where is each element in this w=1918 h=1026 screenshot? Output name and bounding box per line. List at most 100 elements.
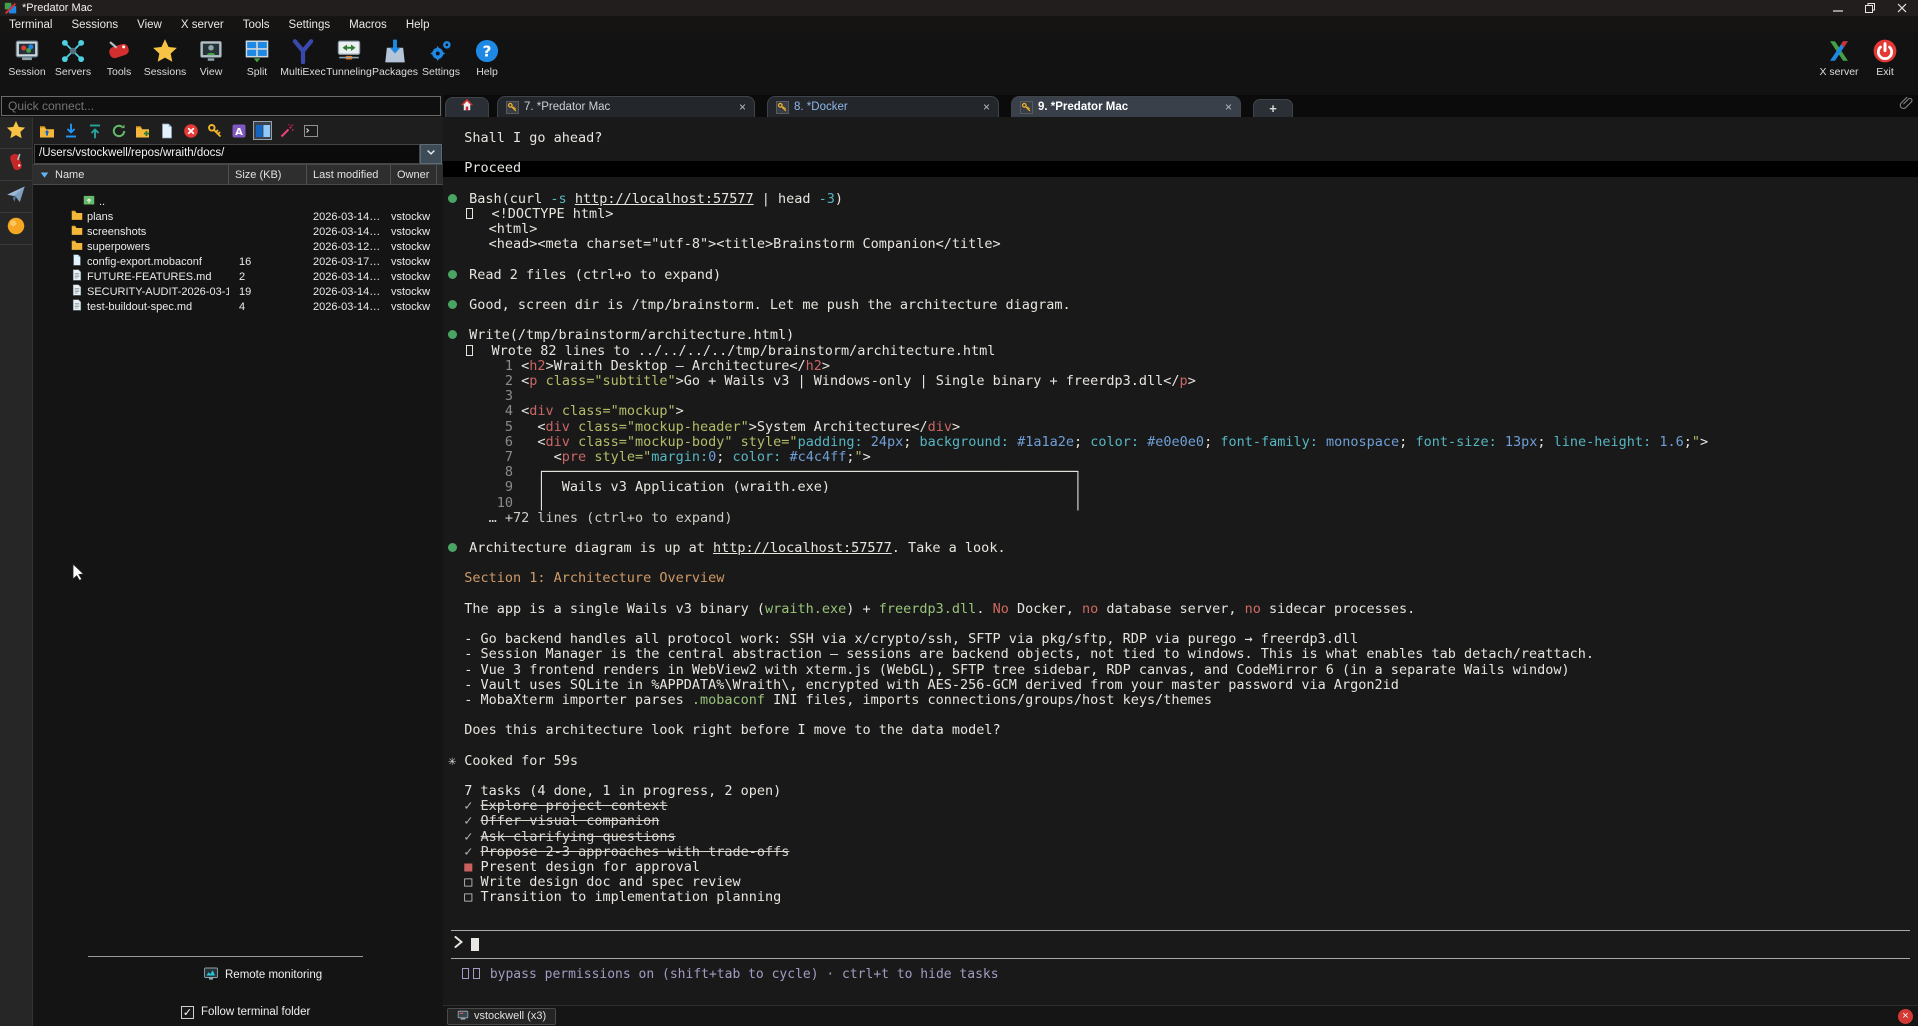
toolbar-label: Tools <box>107 66 132 78</box>
home-tab[interactable] <box>445 97 489 117</box>
terminal-line <box>448 708 1918 723</box>
close-session-button[interactable]: × <box>1898 1009 1913 1024</box>
key-gold-icon[interactable] <box>205 121 224 140</box>
terminal[interactable]: Shall I go ahead? Proceed Bash(curl -s h… <box>443 117 1918 1005</box>
tab-8-docker[interactable]: 8. *Docker× <box>767 96 999 117</box>
table-row[interactable]: screenshots2026-03-14…vstockw <box>33 224 443 239</box>
remote-monitor-icon <box>203 966 219 985</box>
session-bottom-tab[interactable]: vstockwell (x3) <box>447 1008 556 1025</box>
terminal-line <box>448 253 1918 268</box>
restore-icon[interactable] <box>1854 0 1886 16</box>
toolbar-button-split[interactable]: Split <box>234 36 280 78</box>
tab-close-icon[interactable]: × <box>953 100 990 114</box>
new-folder-icon[interactable] <box>133 121 152 140</box>
path-input[interactable]: /Users/vstockwell/repos/wraith/docs/ <box>34 144 420 164</box>
column-header-owner[interactable]: Owner <box>391 165 437 184</box>
menu-item-help[interactable]: Help <box>406 19 430 31</box>
toolbar-button-packages[interactable]: Packages <box>372 36 418 78</box>
file-owner-cell: vstockw <box>391 241 437 253</box>
table-row[interactable]: test-buildout-spec.md42026-03-14…vstockw <box>33 299 443 314</box>
toolbar-button-view[interactable]: View <box>188 36 234 78</box>
terminal-line: ✓ Offer visual companion <box>448 814 1918 829</box>
toolbar-button-help[interactable]: ?Help <box>464 36 510 78</box>
terminal-line: ✓ Propose 2-3 approaches with trade-offs <box>448 845 1918 860</box>
column-header-last-modified[interactable]: Last modified <box>307 165 391 184</box>
tab-9-predator-mac[interactable]: 9. *Predator Mac× <box>1011 96 1241 117</box>
file-name: FUTURE-FEATURES.md <box>87 271 211 283</box>
toolbar-label: Help <box>476 66 498 78</box>
upload-icon[interactable] <box>85 121 104 140</box>
toolbar-button-session[interactable]: Session <box>4 36 50 78</box>
paperclip-icon[interactable] <box>1899 95 1914 110</box>
wand-icon[interactable] <box>277 121 296 140</box>
checkbox-checked-icon[interactable]: ✓ <box>181 1006 194 1019</box>
side-strip-macros-paperplane-icon[interactable] <box>0 181 32 213</box>
file-owner-cell: vstockw <box>391 301 437 313</box>
tab-7-predator-mac[interactable]: 7. *Predator Mac× <box>497 96 755 117</box>
menu-item-settings[interactable]: Settings <box>289 19 331 31</box>
toolbar-button-exit[interactable]: Exit <box>1862 36 1908 78</box>
terminal-line: - Go backend handles all protocol work: … <box>448 632 1918 647</box>
column-header-size-kb-[interactable]: Size (KB) <box>229 165 307 184</box>
menu-item-x-server[interactable]: X server <box>181 19 224 31</box>
menu-item-terminal[interactable]: Terminal <box>9 19 52 31</box>
dual-pane-icon[interactable] <box>253 121 272 140</box>
close-icon[interactable] <box>1886 0 1918 16</box>
session-tab-label: vstockwell (x3) <box>474 1010 546 1022</box>
table-row[interactable]: SECURITY-AUDIT-2026-03-1…192026-03-14…vs… <box>33 284 443 299</box>
refresh-icon[interactable] <box>109 121 128 140</box>
file-owner-cell: vstockw <box>391 226 437 238</box>
font-icon[interactable]: A <box>229 121 248 140</box>
side-strip-sessions-star-icon[interactable] <box>0 117 32 149</box>
terminal-line: 7 tasks (4 done, 1 in progress, 2 open) <box>448 784 1918 799</box>
side-strip-moba-ball-icon[interactable] <box>0 213 32 245</box>
tab-close-icon[interactable]: × <box>1195 100 1232 114</box>
key-icon <box>1020 101 1033 114</box>
toolbar-button-settings[interactable]: Settings <box>418 36 464 78</box>
toolbar-label: Servers <box>55 66 91 78</box>
toolbar-button-tools[interactable]: Tools <box>96 36 142 78</box>
menu-item-macros[interactable]: Macros <box>349 19 387 31</box>
tab-close-icon[interactable]: × <box>709 100 746 114</box>
table-row[interactable]: .. <box>33 194 443 209</box>
terminal-line: Shall I go ahead? <box>448 131 1918 146</box>
download-icon[interactable] <box>61 121 80 140</box>
menu-item-tools[interactable]: Tools <box>243 19 270 31</box>
side-strip-tools-knife-icon[interactable] <box>0 149 32 181</box>
terminal-line: Wrote 82 lines to ../../../../tmp/brains… <box>448 344 1918 359</box>
table-row[interactable]: config-export.mobaconf162026-03-17…vstoc… <box>33 254 443 269</box>
table-row[interactable]: superpowers2026-03-12…vstockw <box>33 239 443 254</box>
remote-monitoring-button[interactable]: Remote monitoring <box>203 967 443 983</box>
follow-terminal-folder-checkbox[interactable]: ✓ Follow terminal folder <box>181 1004 443 1020</box>
new-file-icon[interactable] <box>157 121 176 140</box>
side-icon-strip <box>0 117 33 1026</box>
delete-icon[interactable] <box>181 121 200 140</box>
toolbar-label: Sessions <box>144 66 187 78</box>
tab-bar: 7. *Predator Mac× 8. *Docker× 9. *Predator… <box>443 95 1918 117</box>
terminal-line: … +72 lines (ctrl+o to expand) <box>448 511 1918 526</box>
path-dropdown-button[interactable] <box>420 144 442 164</box>
toolbar-button-servers[interactable]: Servers <box>50 36 96 78</box>
toolbar-button-sessions[interactable]: Sessions <box>142 36 188 78</box>
menu-item-view[interactable]: View <box>137 19 162 31</box>
terminal-small-icon[interactable] <box>301 121 320 140</box>
app-logo-icon <box>4 2 17 15</box>
new-tab-button[interactable]: + <box>1253 99 1293 117</box>
terminal-cursor[interactable] <box>471 938 479 951</box>
folder-up-toolbar-icon[interactable] <box>37 121 56 140</box>
toolbar-label: View <box>200 66 223 78</box>
toolbar-button-multiexec[interactable]: MultiExec <box>280 36 326 78</box>
file-size-cell: 4 <box>229 301 307 313</box>
quick-connect-input[interactable] <box>1 96 441 116</box>
toolbar-button-x server[interactable]: X server <box>1816 36 1862 78</box>
menu-item-sessions[interactable]: Sessions <box>71 19 118 31</box>
folder-icon <box>71 224 83 239</box>
table-row[interactable]: plans2026-03-14…vstockw <box>33 209 443 224</box>
column-header-name[interactable]: Name <box>33 165 229 184</box>
table-row[interactable]: FUTURE-FEATURES.md22026-03-14…vstockw <box>33 269 443 284</box>
toolbar-button-tunneling[interactable]: Tunneling <box>326 36 372 78</box>
terminal-line <box>448 526 1918 541</box>
packages-icon <box>382 38 408 64</box>
follow-terminal-folder-label: Follow terminal folder <box>201 1006 310 1018</box>
minimize-icon[interactable] <box>1822 0 1854 16</box>
